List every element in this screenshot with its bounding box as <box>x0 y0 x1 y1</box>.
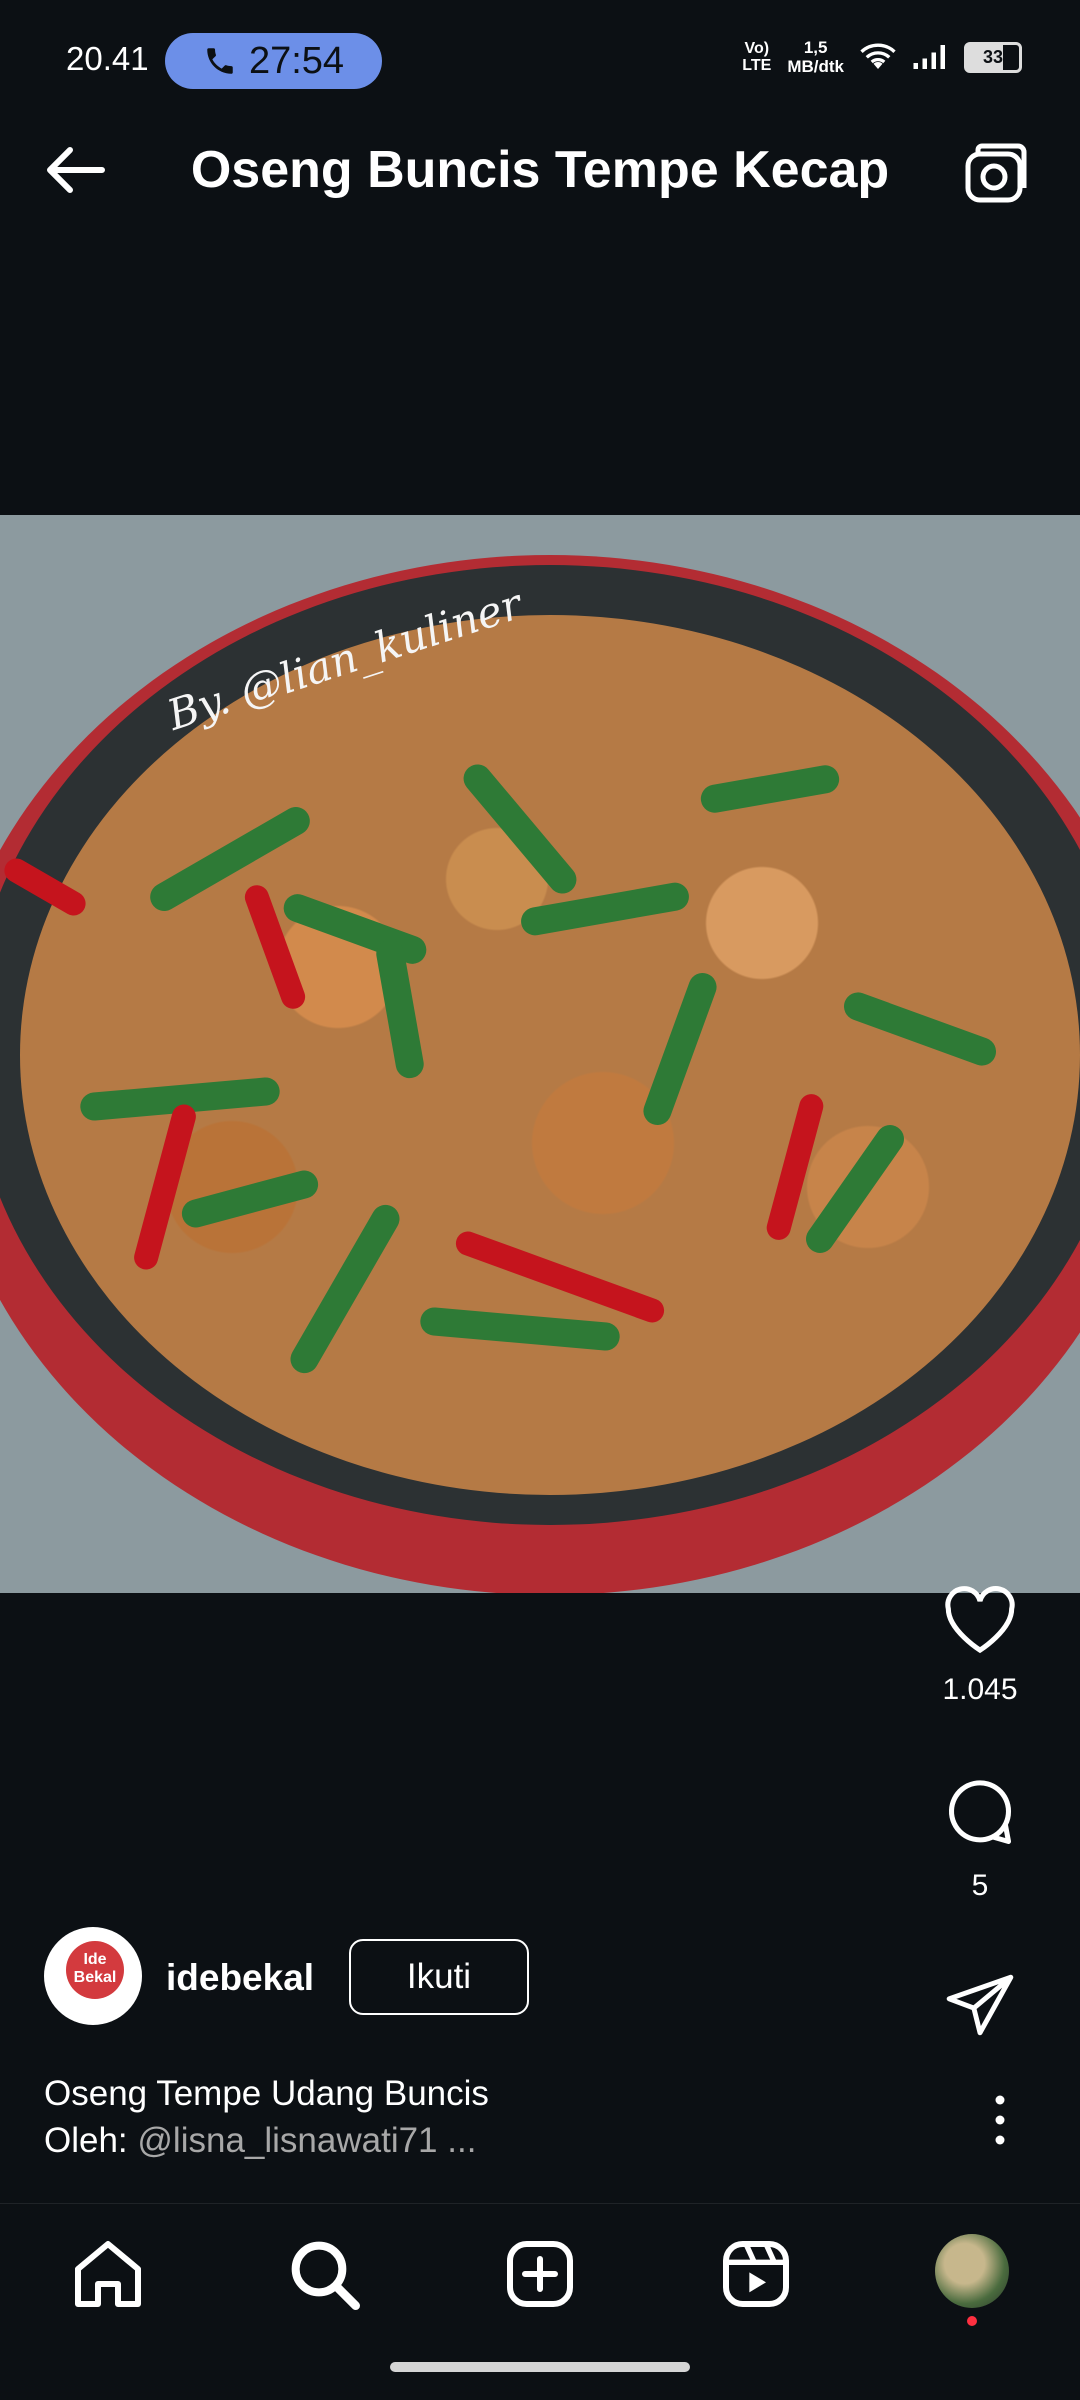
battery-icon: 33 <box>964 41 1022 73</box>
ongoing-call-pill[interactable]: 27:54 <box>165 33 382 89</box>
post-image[interactable]: By. @lian_kuliner <box>0 515 1080 1593</box>
network-type: Vo) LTE <box>742 40 772 74</box>
profile-avatar[interactable] <box>935 2234 1009 2308</box>
mention-link[interactable]: @lisna_lisnawati71 ... <box>137 2121 476 2160</box>
paper-plane-icon[interactable] <box>943 1970 1017 2040</box>
page-title: Oseng Buncis Tempe Kecap <box>190 141 890 199</box>
call-duration: 27:54 <box>248 39 345 82</box>
comment-bubble-icon[interactable] <box>942 1775 1018 1851</box>
home-icon[interactable] <box>68 2234 148 2314</box>
search-icon[interactable] <box>284 2234 364 2314</box>
home-indicator[interactable] <box>390 2362 690 2372</box>
post-caption[interactable]: Oseng Tempe Udang Buncis Oleh: @lisna_li… <box>44 2070 944 2164</box>
like-count[interactable]: 1.045 <box>920 1673 1040 1707</box>
bottom-nav <box>0 2203 1080 2344</box>
more-vertical-icon[interactable] <box>990 2090 1010 2150</box>
comment-count[interactable]: 5 <box>920 1869 1040 1903</box>
author-username[interactable]: idebekal <box>166 1957 314 1999</box>
food <box>0 615 1080 1495</box>
wifi-icon <box>860 43 896 69</box>
clock: 20.41 <box>66 40 149 77</box>
header: Oseng Buncis Tempe Kecap <box>0 110 1080 230</box>
caption-credit: Oleh: @lisna_lisnawati71 ... <box>44 2117 944 2164</box>
caption-line: Oseng Tempe Udang Buncis <box>44 2074 489 2113</box>
signal-icon <box>913 45 945 69</box>
follow-button[interactable]: Ikuti <box>349 1939 529 2015</box>
share-action <box>920 1970 1040 2040</box>
status-icons: Vo) LTE 1,5 MB/dtk 33 <box>742 38 1022 76</box>
author-row: Ide Bekal idebekal Ikuti <box>44 1927 744 2027</box>
avatar-logo: Ide Bekal <box>66 1941 124 1999</box>
credit-prefix: Oleh: <box>44 2121 138 2160</box>
camera-icon[interactable] <box>962 140 1030 208</box>
notification-dot <box>967 2316 977 2326</box>
heart-icon[interactable] <box>942 1585 1018 1655</box>
create-icon[interactable] <box>500 2234 580 2314</box>
like-action: 1.045 <box>920 1585 1040 1707</box>
phone-icon <box>207 48 233 74</box>
status-bar: 20.41 27:54 Vo) LTE 1,5 MB/dtk 33 <box>0 0 1080 95</box>
battery-level: 33 <box>982 46 1004 67</box>
author-avatar[interactable]: Ide Bekal <box>44 1927 142 2025</box>
arrow-left-icon[interactable] <box>40 140 110 200</box>
network-speed: 1,5 MB/dtk <box>787 38 844 76</box>
comment-action: 5 <box>920 1775 1040 1903</box>
reels-icon[interactable] <box>716 2234 796 2314</box>
